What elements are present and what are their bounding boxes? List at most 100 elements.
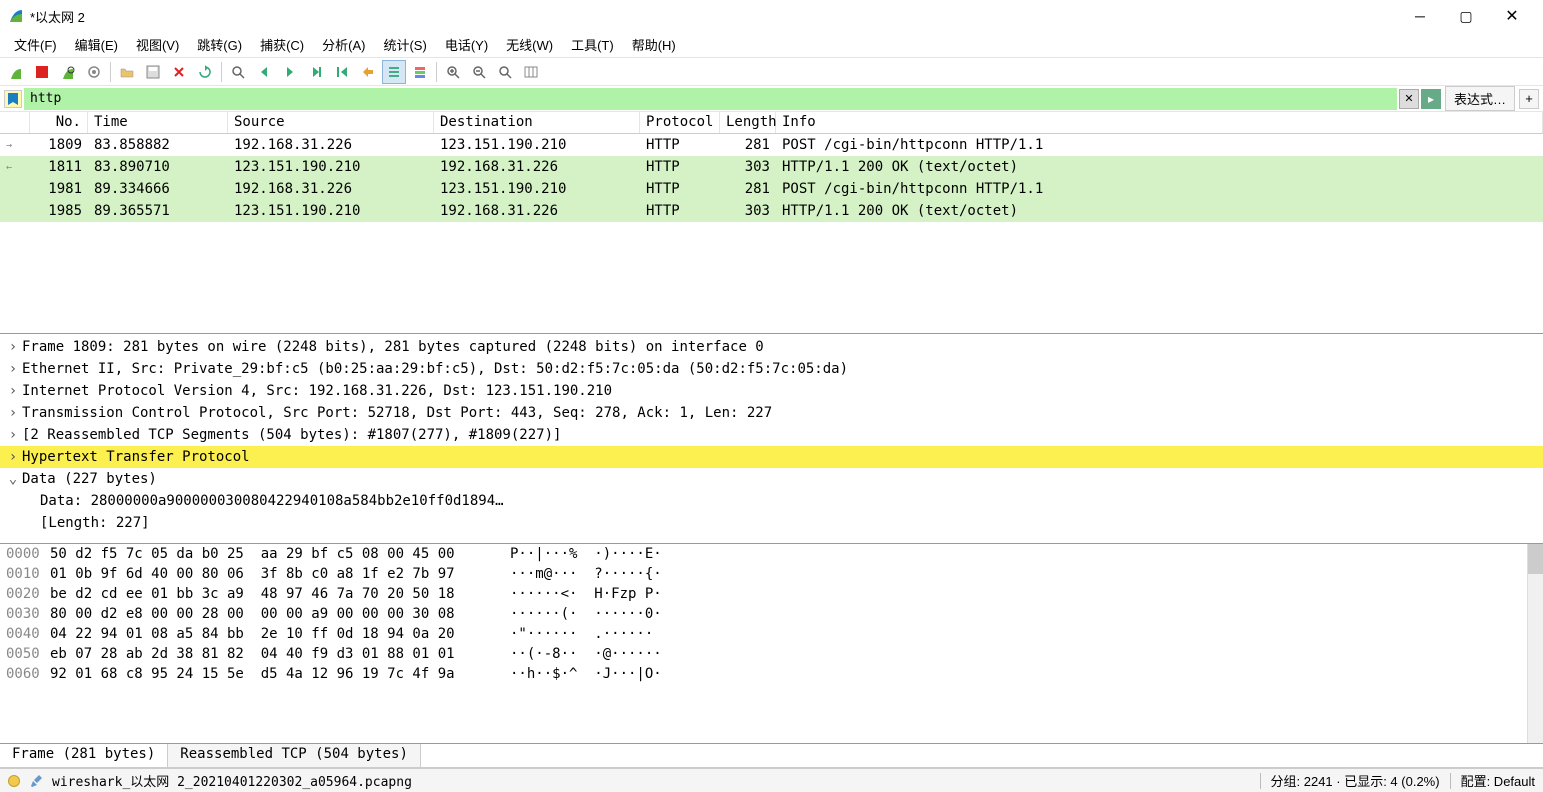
column-marker[interactable] bbox=[0, 112, 30, 133]
menu-help[interactable]: 帮助(H) bbox=[624, 32, 684, 57]
column-destination[interactable]: Destination bbox=[434, 112, 640, 133]
expand-arrow-icon[interactable]: › bbox=[4, 405, 22, 421]
separator bbox=[110, 62, 111, 82]
column-no[interactable]: No. bbox=[30, 112, 88, 133]
hex-row[interactable]: 0050eb 07 28 ab 2d 38 81 82 04 40 f9 d3 … bbox=[6, 646, 1537, 666]
column-time[interactable]: Time bbox=[88, 112, 228, 133]
window-titlebar: *以太网 2 ─ ▢ ✕ bbox=[0, 0, 1543, 32]
packet-row[interactable]: →180983.858882192.168.31.226123.151.190.… bbox=[0, 134, 1543, 156]
tree-row[interactable]: ›[2 Reassembled TCP Segments (504 bytes)… bbox=[0, 424, 1543, 446]
reload-button[interactable] bbox=[193, 60, 217, 84]
go-last-button[interactable] bbox=[356, 60, 380, 84]
auto-scroll-button[interactable] bbox=[382, 60, 406, 84]
tab-frame[interactable]: Frame (281 bytes) bbox=[0, 744, 168, 767]
menu-analyze[interactable]: 分析(A) bbox=[314, 32, 373, 57]
menu-edit[interactable]: 编辑(E) bbox=[67, 32, 126, 57]
tree-row[interactable]: ›Hypertext Transfer Protocol bbox=[0, 446, 1543, 468]
edit-icon[interactable] bbox=[30, 775, 42, 787]
scrollbar-thumb[interactable] bbox=[1528, 544, 1543, 574]
clear-filter-button[interactable]: ✕ bbox=[1399, 89, 1419, 109]
column-protocol[interactable]: Protocol bbox=[640, 112, 720, 133]
packet-count-label: 分组: 2241 · 已显示: 4 (0.2%) bbox=[1271, 771, 1440, 790]
go-back-button[interactable] bbox=[252, 60, 276, 84]
go-forward-button[interactable] bbox=[278, 60, 302, 84]
packet-row[interactable]: 198589.365571123.151.190.210192.168.31.2… bbox=[0, 200, 1543, 222]
save-file-button[interactable] bbox=[141, 60, 165, 84]
go-to-packet-button[interactable] bbox=[304, 60, 328, 84]
menu-file[interactable]: 文件(F) bbox=[6, 32, 65, 57]
maximize-button[interactable]: ▢ bbox=[1443, 0, 1489, 32]
capture-file-label: wireshark_以太网 2_20210401220302_a05964.pc… bbox=[52, 771, 412, 790]
packet-bytes-panel[interactable]: 000050 d2 f5 7c 05 da b0 25 aa 29 bf c5 … bbox=[0, 544, 1543, 744]
close-button[interactable]: ✕ bbox=[1489, 0, 1535, 32]
tree-row[interactable]: ⌄Data (227 bytes) bbox=[0, 468, 1543, 490]
tab-reassembled[interactable]: Reassembled TCP (504 bytes) bbox=[168, 744, 421, 767]
expression-button[interactable]: 表达式… bbox=[1445, 86, 1515, 111]
toolbar bbox=[0, 58, 1543, 86]
go-first-button[interactable] bbox=[330, 60, 354, 84]
packet-list-header: No. Time Source Destination Protocol Len… bbox=[0, 112, 1543, 134]
minimize-button[interactable]: ─ bbox=[1397, 0, 1443, 32]
expert-info-icon[interactable] bbox=[8, 775, 20, 787]
packet-row[interactable]: 198189.334666192.168.31.226123.151.190.2… bbox=[0, 178, 1543, 200]
hex-row[interactable]: 006092 01 68 c8 95 24 15 5e d5 4a 12 96 … bbox=[6, 666, 1537, 686]
filter-bar: ✕ ▸ 表达式… + bbox=[0, 86, 1543, 112]
expand-arrow-icon[interactable]: › bbox=[4, 449, 22, 465]
column-info[interactable]: Info bbox=[776, 112, 1543, 133]
zoom-reset-button[interactable] bbox=[493, 60, 517, 84]
tree-row-child[interactable]: [Length: 227] bbox=[0, 512, 1543, 534]
capture-options-button[interactable] bbox=[82, 60, 106, 84]
menu-go[interactable]: 跳转(G) bbox=[189, 32, 250, 57]
hex-row[interactable]: 000050 d2 f5 7c 05 da b0 25 aa 29 bf c5 … bbox=[6, 546, 1537, 566]
separator bbox=[436, 62, 437, 82]
tree-row[interactable]: ›Ethernet II, Src: Private_29:bf:c5 (b0:… bbox=[0, 358, 1543, 380]
expand-arrow-icon[interactable]: ⌄ bbox=[4, 471, 22, 487]
tree-row-child[interactable]: Data: 28000000a900000030080422940108a584… bbox=[0, 490, 1543, 512]
display-filter-input[interactable] bbox=[24, 88, 1397, 110]
colorize-button[interactable] bbox=[408, 60, 432, 84]
menu-capture[interactable]: 捕获(C) bbox=[252, 32, 312, 57]
menu-view[interactable]: 视图(V) bbox=[128, 32, 187, 57]
packet-row[interactable]: ←181183.890710123.151.190.210192.168.31.… bbox=[0, 156, 1543, 178]
scrollbar[interactable] bbox=[1527, 544, 1543, 743]
hex-row[interactable]: 003080 00 d2 e8 00 00 28 00 00 00 a9 00 … bbox=[6, 606, 1537, 626]
hex-row[interactable]: 001001 0b 9f 6d 40 00 80 06 3f 8b c0 a8 … bbox=[6, 566, 1537, 586]
separator bbox=[1450, 773, 1451, 789]
expand-arrow-icon[interactable]: › bbox=[4, 339, 22, 355]
separator bbox=[221, 62, 222, 82]
column-length[interactable]: Length bbox=[720, 112, 776, 133]
menu-telephony[interactable]: 电话(Y) bbox=[437, 32, 496, 57]
menu-stats[interactable]: 统计(S) bbox=[375, 32, 434, 57]
expand-arrow-icon[interactable]: › bbox=[4, 427, 22, 443]
tree-row[interactable]: ›Frame 1809: 281 bytes on wire (2248 bit… bbox=[0, 336, 1543, 358]
zoom-in-button[interactable] bbox=[441, 60, 465, 84]
restart-capture-button[interactable] bbox=[56, 60, 80, 84]
zoom-out-button[interactable] bbox=[467, 60, 491, 84]
profile-label[interactable]: 配置: Default bbox=[1461, 771, 1535, 790]
close-file-button[interactable] bbox=[167, 60, 191, 84]
separator bbox=[1260, 773, 1261, 789]
add-filter-button[interactable]: + bbox=[1519, 89, 1539, 109]
find-button[interactable] bbox=[226, 60, 250, 84]
start-capture-button[interactable] bbox=[4, 60, 28, 84]
apply-filter-button[interactable]: ▸ bbox=[1421, 89, 1441, 109]
app-icon bbox=[8, 8, 24, 24]
expand-arrow-icon[interactable]: › bbox=[4, 383, 22, 399]
statusbar: wireshark_以太网 2_20210401220302_a05964.pc… bbox=[0, 768, 1543, 792]
menu-wireless[interactable]: 无线(W) bbox=[498, 32, 561, 57]
expand-arrow-icon[interactable]: › bbox=[4, 361, 22, 377]
bytes-tabs: Frame (281 bytes) Reassembled TCP (504 b… bbox=[0, 744, 1543, 768]
window-title: *以太网 2 bbox=[30, 7, 85, 26]
hex-row[interactable]: 004004 22 94 01 08 a5 84 bb 2e 10 ff 0d … bbox=[6, 626, 1537, 646]
resize-columns-button[interactable] bbox=[519, 60, 543, 84]
column-source[interactable]: Source bbox=[228, 112, 434, 133]
bookmark-icon[interactable] bbox=[4, 90, 22, 108]
hex-row[interactable]: 0020be d2 cd ee 01 bb 3c a9 48 97 46 7a … bbox=[6, 586, 1537, 606]
packet-list[interactable]: →180983.858882192.168.31.226123.151.190.… bbox=[0, 134, 1543, 334]
packet-details-panel[interactable]: ›Frame 1809: 281 bytes on wire (2248 bit… bbox=[0, 334, 1543, 544]
tree-row[interactable]: ›Transmission Control Protocol, Src Port… bbox=[0, 402, 1543, 424]
tree-row[interactable]: ›Internet Protocol Version 4, Src: 192.1… bbox=[0, 380, 1543, 402]
open-file-button[interactable] bbox=[115, 60, 139, 84]
menu-tools[interactable]: 工具(T) bbox=[563, 32, 622, 57]
stop-capture-button[interactable] bbox=[30, 60, 54, 84]
